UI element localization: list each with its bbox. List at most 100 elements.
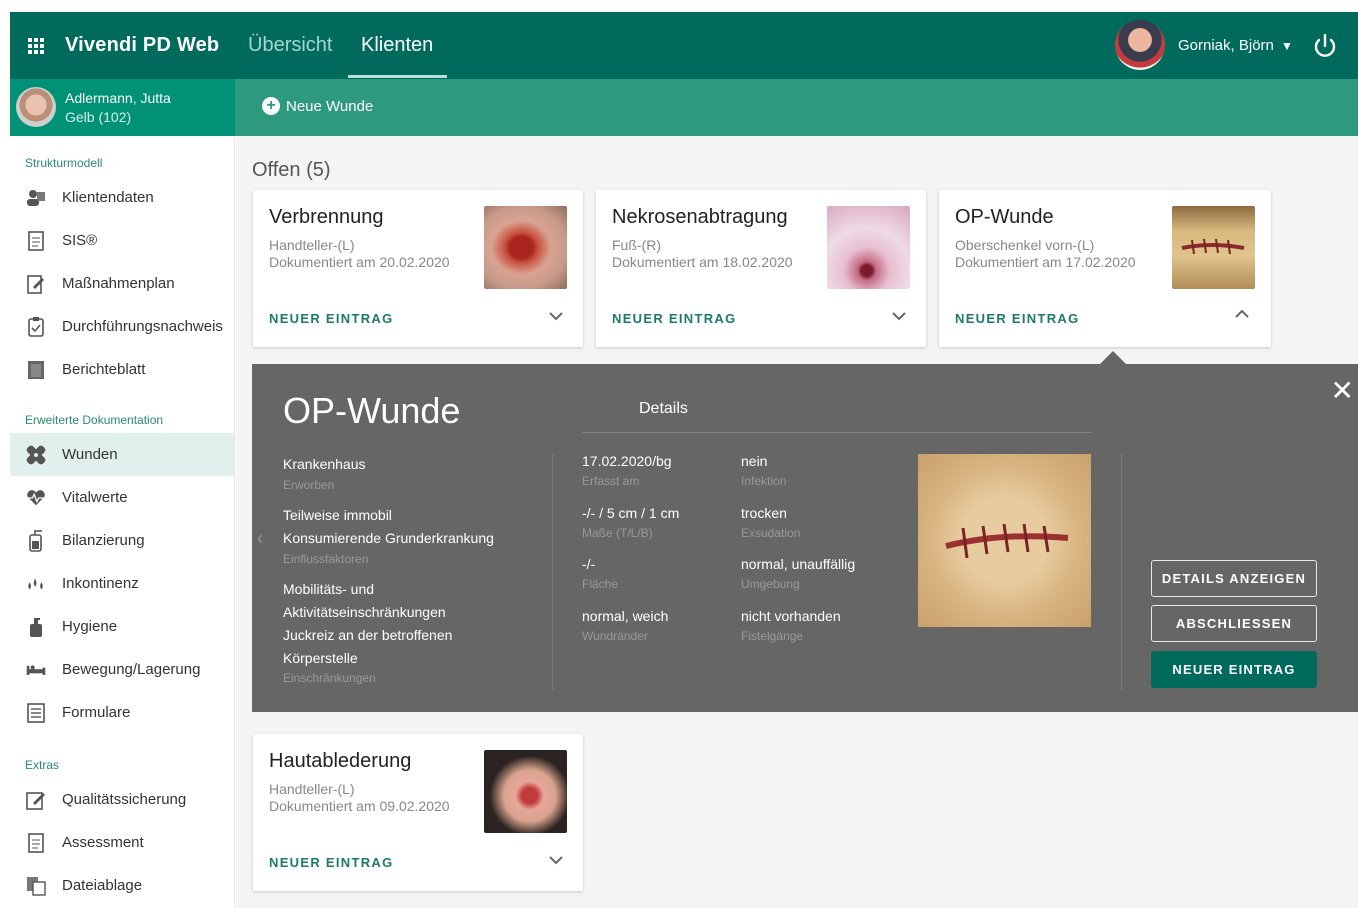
infection-label: Infektion (741, 474, 787, 488)
new-entry-link[interactable]: NEUER EINTRAG (269, 311, 394, 326)
new-wound-button[interactable]: + Neue Wunde (262, 97, 373, 115)
wound-edges-value: normal, weich (582, 608, 669, 624)
active-tab-indicator (348, 75, 447, 78)
new-entry-link[interactable]: NEUER EINTRAG (955, 311, 1080, 326)
hygiene-icon (26, 617, 46, 637)
wound-detail-photo[interactable] (918, 454, 1091, 627)
influence-factors-value: Teilweise immobil Konsumierende Grunderk… (283, 507, 494, 546)
wound-card-title: OP-Wunde (955, 206, 1054, 228)
details-divider (582, 432, 1092, 433)
wound-card-title: Hautablederung (269, 750, 412, 772)
quality-icon (26, 790, 46, 810)
sidebar-item-formulare[interactable]: Formulare (10, 691, 234, 734)
close-icon[interactable]: ✕ (1331, 374, 1354, 407)
sidebar-item-assessment[interactable]: Assessment (10, 821, 234, 864)
sidebar-item-label: Inkontinenz (62, 575, 139, 592)
detail-panel-pointer (1100, 351, 1126, 364)
sidebar-item-label: Bilanzierung (62, 532, 145, 549)
new-entry-button[interactable]: NEUER EINTRAG (1151, 651, 1317, 688)
power-icon[interactable] (1311, 32, 1339, 60)
sidebar-item-label: Durchführungsnachweis (62, 318, 223, 335)
column-divider (1121, 454, 1122, 690)
document-icon (26, 230, 46, 251)
wound-card-op-wunde[interactable]: OP-Wunde Oberschenkel vorn-(L) Dokumenti… (939, 190, 1271, 347)
patient-header[interactable]: Adlermann, Jutta Gelb (102) (10, 79, 235, 136)
wound-detail-panel: ✕ OP-Wunde Details ‹ Krankenhaus Erworbe… (252, 364, 1358, 712)
details-heading: Details (639, 400, 688, 417)
report-icon (26, 360, 46, 380)
sidebar-item-durchfuehrungsnachweis[interactable]: Durchführungsnachweis (10, 305, 234, 348)
wound-photo[interactable] (484, 206, 567, 289)
chevron-left-icon[interactable]: ‹ (257, 528, 263, 549)
recorded-value: 17.02.2020/bg (582, 453, 672, 469)
area-label: Fläche (582, 577, 619, 591)
wound-card-documented: Dokumentiert am 17.02.2020 (955, 254, 1136, 270)
sidebar-item-label: Assessment (62, 834, 144, 851)
fistulas-value: nicht vorhanden (741, 608, 841, 624)
patient-name: Adlermann, Jutta (65, 90, 171, 106)
top-app-bar: Vivendi PD Web Übersicht Klienten Gornia… (10, 12, 1358, 79)
sidebar-item-label: Formulare (62, 704, 131, 721)
chevron-up-icon[interactable] (1235, 305, 1249, 321)
fistulas-label: Fistelgänge (741, 629, 804, 643)
surrounding-label: Umgebung (741, 577, 800, 591)
chevron-down-icon[interactable] (549, 852, 563, 868)
wound-card-location: Handteller-(L) (269, 237, 355, 253)
wound-card-documented: Dokumentiert am 20.02.2020 (269, 254, 450, 270)
wound-card-hautablederung[interactable]: Hautablederung Handteller-(L) Dokumentie… (253, 734, 583, 891)
sidebar-item-label: Maßnahmenplan (62, 275, 175, 292)
sidebar-item-dateiablage[interactable]: Dateiablage (10, 864, 234, 907)
dimensions-label: Maße (T/L/B) (582, 526, 653, 540)
sidebar-item-hygiene[interactable]: Hygiene (10, 605, 234, 648)
form-icon (26, 702, 46, 723)
wound-card-nekrosenabtragung[interactable]: Nekrosenabtragung Fuß-(R) Dokumentiert a… (596, 190, 926, 347)
acquired-value: Krankenhaus (283, 456, 366, 472)
sidebar-item-qualitaetssicherung[interactable]: Qualitätssicherung (10, 778, 234, 821)
wound-photo[interactable] (484, 750, 567, 833)
infection-value: nein (741, 453, 768, 469)
sidebar-item-berichteblatt[interactable]: Berichteblatt (10, 348, 234, 391)
wound-card-location: Fuß-(R) (612, 237, 661, 253)
files-icon (26, 876, 46, 896)
close-wound-button[interactable]: ABSCHLIESSEN (1151, 605, 1317, 642)
sidebar-item-bewegung-lagerung[interactable]: Bewegung/Lagerung (10, 648, 234, 691)
sidebar-item-klientendaten[interactable]: Klientendaten (10, 176, 234, 219)
sidebar-item-sis[interactable]: SIS® (10, 219, 234, 262)
sidebar-item-label: Berichteblatt (62, 361, 146, 378)
sidebar-item-label: SIS® (62, 232, 98, 249)
surrounding-value: normal, unauffällig (741, 556, 856, 572)
sidebar-item-label: Vitalwerte (62, 489, 128, 506)
tab-uebersicht[interactable]: Übersicht (248, 34, 332, 57)
sidebar-item-massnahmenplan[interactable]: Maßnahmenplan (10, 262, 234, 305)
chevron-down-icon[interactable] (549, 308, 563, 324)
show-details-button[interactable]: DETAILS ANZEIGEN (1151, 560, 1317, 597)
checklist-icon (26, 316, 46, 337)
edit-plan-icon (26, 274, 46, 294)
sidebar-item-vitalwerte[interactable]: Vitalwerte (10, 476, 234, 519)
sidebar-section-strukturmodell: Strukturmodell (25, 156, 103, 170)
wound-card-title: Verbrennung (269, 206, 384, 228)
main-content: Offen (5) Verbrennung Handteller-(L) Dok… (236, 136, 1358, 908)
caret-down-icon[interactable]: ▼ (1281, 39, 1293, 53)
limitations-label: Einschränkungen (283, 671, 376, 685)
user-avatar[interactable] (1115, 20, 1165, 70)
sidebar-item-inkontinenz[interactable]: Inkontinenz (10, 562, 234, 605)
sidebar-item-label: Klientendaten (62, 189, 154, 206)
area-value: -/- (582, 556, 596, 572)
sidebar-item-bilanzierung[interactable]: Bilanzierung (10, 519, 234, 562)
wound-card-documented: Dokumentiert am 18.02.2020 (612, 254, 793, 270)
tab-klienten[interactable]: Klienten (361, 34, 433, 57)
wound-photo[interactable] (827, 206, 910, 289)
column-divider (552, 454, 553, 690)
wound-card-verbrennung[interactable]: Verbrennung Handteller-(L) Dokumentiert … (253, 190, 583, 347)
user-name[interactable]: Gorniak, Björn (1178, 37, 1274, 54)
wound-photo[interactable] (1172, 206, 1255, 289)
chevron-down-icon[interactable] (892, 308, 906, 324)
sidebar-item-wunden[interactable]: Wunden (10, 433, 234, 476)
sidebar-item-label: Dateiablage (62, 877, 143, 894)
sidebar-section-erweiterte-dokumentation: Erweiterte Dokumentation (25, 413, 164, 427)
apps-grid-icon[interactable] (28, 38, 46, 54)
new-entry-link[interactable]: NEUER EINTRAG (612, 311, 737, 326)
new-entry-link[interactable]: NEUER EINTRAG (269, 855, 394, 870)
client-data-icon (26, 188, 46, 208)
